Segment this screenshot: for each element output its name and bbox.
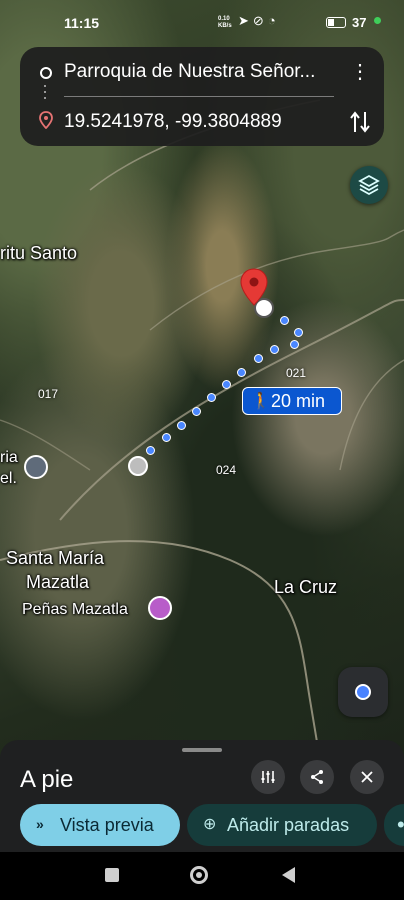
back-button[interactable]: [282, 867, 295, 883]
divider: [64, 96, 334, 97]
status-bar: 11:15 0.10 KB/s ➤⊘◔ 37: [0, 0, 404, 44]
route-dot: [192, 407, 201, 416]
map-label-espiritu-santo[interactable]: ritu Santo: [0, 243, 77, 264]
map-label-017: 017: [38, 387, 59, 401]
more-options-button[interactable]: ⋮: [350, 60, 370, 84]
origin-circle-icon: [40, 67, 52, 79]
add-location-icon: ⊕: [203, 816, 217, 833]
layers-button[interactable]: [350, 166, 388, 204]
route-dot: [290, 340, 299, 349]
destination-pin-icon[interactable]: [240, 268, 268, 306]
origin-row[interactable]: Parroquia de Nuestra Señor... ⋮: [20, 50, 384, 96]
double-chevron-icon: »: [36, 816, 44, 832]
route-start-point[interactable]: [128, 456, 148, 476]
map-label-la-cruz[interactable]: La Cruz: [274, 577, 337, 598]
charging-indicator-icon: [374, 17, 381, 24]
route-dot: [222, 380, 231, 389]
destination-text[interactable]: 19.5241978, -99.3804889: [64, 111, 282, 133]
battery-level: 37: [352, 15, 367, 30]
walk-time-text: 20 min: [271, 391, 326, 411]
add-stops-label: Añadir paradas: [227, 815, 350, 835]
share-icon: [311, 770, 323, 784]
destination-pin-small-icon: [39, 111, 53, 129]
sheet-drag-handle[interactable]: [182, 748, 222, 752]
add-stops-button[interactable]: ⊕ Añadir paradas: [187, 804, 377, 846]
walking-person-icon: 🚶: [251, 393, 271, 410]
more-chip-icon: •: [397, 812, 404, 837]
route-dot: [294, 328, 303, 337]
mute-icon: ⊘: [252, 13, 268, 28]
walk-time-badge[interactable]: 🚶 20 min: [242, 387, 342, 415]
route-card: Parroquia de Nuestra Señor... ⋮ 19.52419…: [20, 47, 384, 146]
share-button[interactable]: [300, 760, 334, 794]
map-label-santa-maria[interactable]: Santa María: [6, 548, 104, 569]
route-dot: [207, 393, 216, 402]
swap-directions-button[interactable]: [348, 108, 372, 136]
layers-icon: [358, 174, 380, 196]
my-location-button[interactable]: [338, 667, 388, 717]
sliders-icon: [261, 771, 275, 783]
close-button[interactable]: [350, 760, 384, 794]
route-dot: [254, 354, 263, 363]
battery-icon: [326, 17, 346, 28]
route-dot: [237, 368, 246, 377]
route-dot: [162, 433, 171, 442]
map-label-024: 024: [216, 463, 237, 477]
map-label-penas-mazatla[interactable]: Peñas Mazatla: [22, 601, 128, 619]
destination-row[interactable]: 19.5241978, -99.3804889: [20, 100, 384, 146]
route-dot: [177, 421, 186, 430]
route-dot: [280, 316, 289, 325]
preview-button[interactable]: » Vista previa: [20, 804, 180, 846]
recents-button[interactable]: [105, 868, 119, 882]
map-label-021: 021: [286, 366, 307, 380]
map-label-edge-2: el.: [0, 470, 17, 487]
status-icons: ➤⊘◔: [238, 13, 280, 29]
sheet-title: A pie: [20, 766, 74, 793]
more-chip-button[interactable]: •: [384, 804, 404, 846]
route-dot: [146, 446, 155, 455]
wifi-icon: ◔: [267, 13, 280, 28]
preview-label: Vista previa: [60, 815, 154, 835]
bottom-sheet[interactable]: A pie » Vista previa ⊕ Añadir paradas •: [0, 740, 404, 852]
home-button[interactable]: [190, 866, 208, 884]
route-dot: [270, 345, 279, 354]
school-poi-icon[interactable]: [24, 455, 48, 479]
close-icon: [361, 771, 373, 783]
map-label-mazatla[interactable]: Mazatla: [26, 572, 89, 593]
origin-text[interactable]: Parroquia de Nuestra Señor...: [64, 61, 315, 83]
camera-poi-icon[interactable]: [148, 596, 172, 620]
status-time: 11:15: [64, 15, 100, 31]
filter-options-button[interactable]: [251, 760, 285, 794]
network-speed: 0.10 KB/s: [218, 16, 232, 29]
location-arrow-icon: ➤: [238, 13, 253, 28]
location-dot-icon: [355, 684, 371, 700]
system-nav-bar: [0, 852, 404, 900]
map-label-edge-1: ria: [0, 449, 18, 466]
